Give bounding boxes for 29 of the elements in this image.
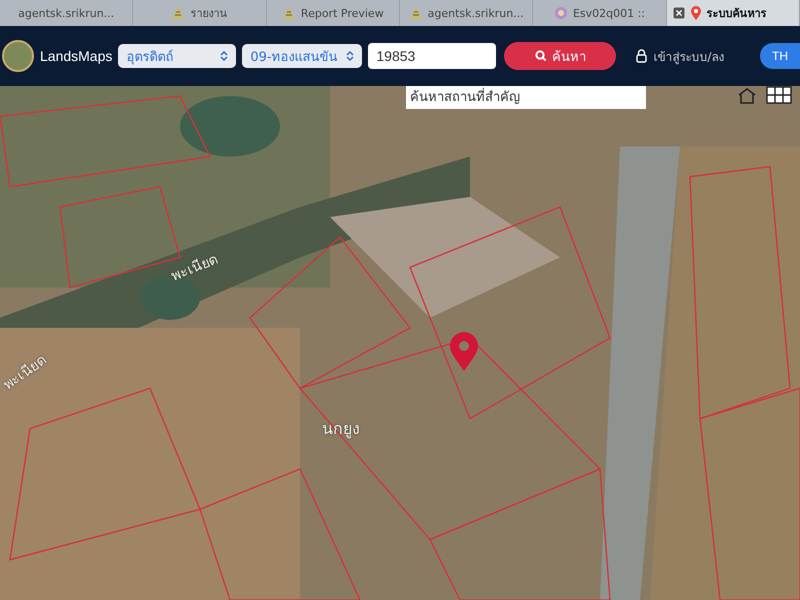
emblem-icon [171, 6, 186, 20]
emblem-icon [408, 6, 423, 20]
login-link[interactable]: เข้าสู่ระบบ/ลง [653, 46, 724, 66]
district-select[interactable]: 09-ทองแสนขัน [242, 44, 362, 68]
brand-name: LandsMaps [40, 48, 112, 64]
parcel-number-field[interactable]: 19853 [368, 43, 496, 69]
emblem-icon [282, 6, 296, 20]
location-pin-icon [449, 332, 479, 372]
browser-tab[interactable]: ระบบค้นหาร [666, 0, 800, 26]
search-icon [534, 50, 547, 62]
close-icon[interactable] [672, 7, 685, 19]
tab-title: ระบบค้นหาร [706, 6, 767, 22]
tab-title: รายงาน [190, 6, 228, 22]
place-search-field[interactable]: ค้นหาสถานที่สำคัญ [406, 86, 646, 108]
globe-icon [554, 6, 568, 20]
emblem-icon [2, 40, 34, 72]
chevron-icon [220, 50, 228, 62]
search-button[interactable]: ค้นหา [504, 42, 616, 70]
province-select[interactable]: อุตรดิตถ์ [118, 44, 236, 68]
tab-title: Report Preview [300, 6, 384, 20]
pin-icon [690, 5, 702, 21]
home-icon[interactable] [738, 88, 756, 104]
language-button[interactable]: TH [760, 43, 800, 69]
grid-icon[interactable] [766, 86, 792, 104]
chevron-icon [346, 50, 354, 62]
tab-title: Esv02q001 :: [572, 6, 646, 20]
tab-title: agentsk.srikrun... [18, 6, 114, 20]
lock-icon [636, 49, 648, 63]
tab-title: agentsk.srikrun... [428, 6, 524, 20]
